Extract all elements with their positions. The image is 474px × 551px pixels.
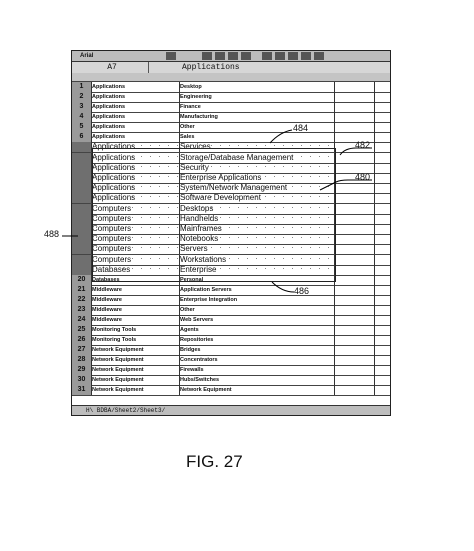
reference-482: 482 bbox=[355, 140, 371, 150]
reference-486: 486 bbox=[294, 286, 310, 296]
reference-480: 480 bbox=[355, 172, 371, 182]
reference-488: 488 bbox=[44, 229, 60, 239]
reference-484: 484 bbox=[293, 123, 309, 133]
figure-caption: FIG. 27 bbox=[186, 452, 243, 471]
